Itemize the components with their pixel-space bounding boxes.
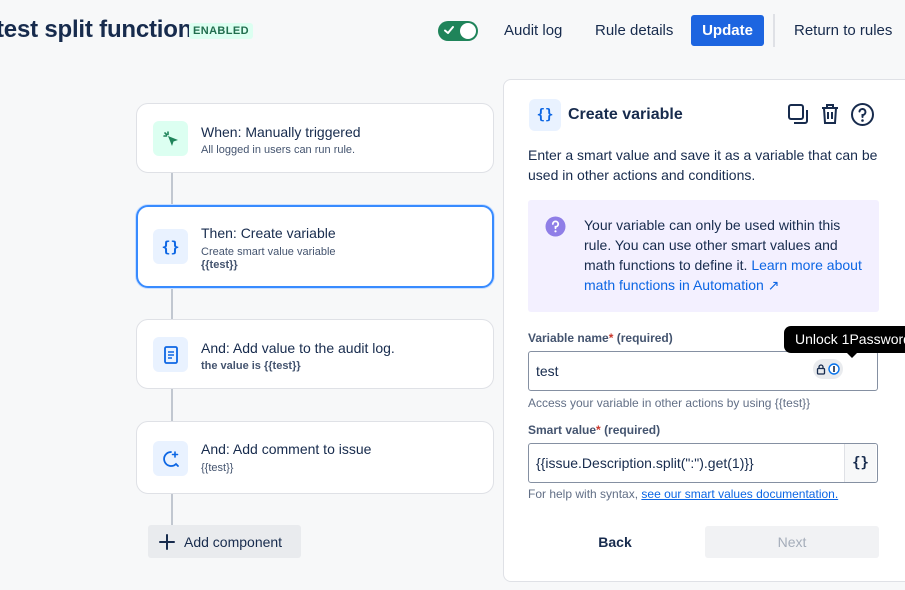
rule-node-audit-log[interactable]: And: Add value to the audit log. the val… [136,319,494,389]
component-config-panel: {} Create variable Enter a smart value a… [503,79,905,582]
variable-hint: Access your variable in other actions by… [528,396,811,410]
required-marker: * [596,423,601,437]
node-title: And: Add comment to issue [201,441,372,457]
required-marker: * [608,331,614,345]
variable-name-label: Variable name* (required) [528,331,673,345]
lock-icon [816,363,826,375]
smart-values-doc-link[interactable]: see our smart values documentation. [641,487,838,501]
help-icon[interactable] [850,102,875,132]
node-title: When: Manually triggered [201,124,361,140]
top-bar: test split function ENABLED Audit log Ru… [0,0,905,62]
node-detail: {{test}} [201,259,238,271]
rule-node-add-comment[interactable]: And: Add comment to issue {{test}} [136,421,494,494]
check-icon [444,26,454,34]
update-button[interactable]: Update [691,15,764,46]
panel-description: Enter a smart value and save it as a var… [528,147,878,183]
toolbar-divider [773,14,775,47]
next-button[interactable]: Next [705,526,879,558]
smart-value-label: Smart value* (required) [528,423,660,437]
smart-value-text: {{issue.Description.split(":").get(1)}} [536,455,754,471]
tooltip-arrow [846,352,858,358]
flow-connector [171,287,173,320]
toggle-knob [460,23,476,39]
node-title: Then: Create variable [201,225,336,241]
return-to-rules-button[interactable]: Return to rules [794,15,892,47]
flow-connector [171,493,173,526]
rule-node-trigger[interactable]: When: Manually triggered All logged in u… [136,103,494,173]
panel-title: Create variable [568,106,683,123]
add-component-label: Add component [184,533,283,550]
node-subtitle: {{test}} [201,462,234,474]
syntax-hint-text: For help with syntax, [528,487,642,501]
status-badge: ENABLED [189,23,253,39]
trash-icon[interactable] [818,102,842,131]
braces-icon: {} [153,229,188,264]
page-title: test split function [0,16,193,43]
back-button[interactable]: Back [528,526,702,558]
smart-value-picker-button[interactable]: {} [844,444,876,482]
add-component-button[interactable]: Add component [148,525,301,558]
node-subtitle: the value is {{test}} [201,360,301,372]
plus-icon [159,533,175,550]
document-icon [153,337,188,372]
smart-value-field[interactable]: {{issue.Description.split(":").get(1)}} [528,443,878,483]
password-manager-icon[interactable] [813,359,843,379]
password-tooltip: Unlock 1Password [784,326,905,353]
node-title: And: Add value to the audit log. [201,340,395,356]
variable-name-value: test [536,363,559,379]
braces-icon: {} [529,99,561,131]
rule-node-create-variable[interactable]: {} Then: Create variable Create smart va… [136,205,494,288]
copy-icon[interactable] [786,102,810,131]
rule-details-button[interactable]: Rule details [595,15,673,47]
rule-enabled-toggle[interactable] [438,21,478,41]
smart-value-label-text: Smart value [528,423,597,437]
onepassword-icon [828,363,840,375]
info-message: Your variable can only be used within th… [528,200,879,312]
required-text: (required) [616,331,673,345]
node-subtitle: All logged in users can run rule. [201,144,356,156]
node-subtitle: Create smart value variable [201,246,336,258]
required-text: (required) [604,423,661,437]
variable-name-label-text: Variable name [528,331,609,345]
info-text: Your variable can only be used within th… [584,215,864,295]
comment-add-icon [153,441,188,476]
cursor-click-icon [153,121,188,156]
audit-log-button[interactable]: Audit log [504,15,562,47]
flow-connector [171,172,173,206]
question-icon [545,216,566,237]
syntax-hint: For help with syntax, see our smart valu… [528,487,838,501]
flow-connector [171,388,173,422]
